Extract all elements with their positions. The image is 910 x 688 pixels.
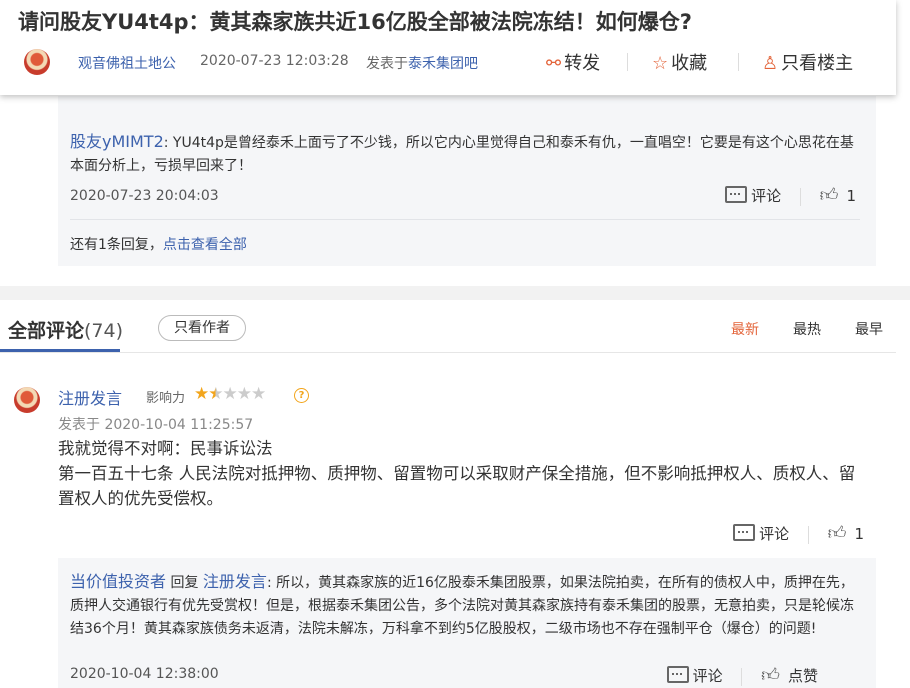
comment-reply-button[interactable]: 评论 — [733, 524, 790, 543]
comment-icon — [666, 666, 689, 683]
star-icon: ☆ — [652, 53, 669, 74]
only-author-button[interactable]: 只看作者 — [158, 315, 246, 341]
sub-reply-box: 当价值投资者 回复 注册发言: 所以，黄其森家族的近16亿股泰禾集团股票，如果法… — [58, 558, 876, 688]
section-separator — [0, 286, 910, 300]
star-empty-icon: ★ — [251, 384, 266, 404]
comment-label: 评论 — [751, 187, 782, 205]
sub-reply-comment-button[interactable]: 评论 — [666, 666, 723, 685]
like-count: 1 — [846, 187, 856, 205]
star-half-icon: ★ — [208, 384, 223, 404]
share-button[interactable]: ⚯ 转发 — [546, 49, 600, 75]
posted-prefix: 发表于 — [366, 56, 408, 72]
view-all-link[interactable]: 点击查看全部 — [163, 237, 247, 253]
active-tab-indicator — [0, 349, 120, 352]
sort-hottest[interactable]: 最热 — [793, 319, 821, 339]
avatar[interactable] — [14, 387, 40, 413]
comment-line: 第一百五十七条 人民法院对抵押物、质押物、留置物可以采取财产保全措施，但不影响抵… — [58, 464, 856, 508]
reply-time: 2020-07-23 20:04:03 — [70, 188, 219, 204]
tab-all-comments[interactable]: 全部评论(74) — [8, 316, 123, 343]
comment-count: (74) — [84, 320, 124, 342]
reply-actions: 评论 👍︎ 1 — [725, 184, 856, 206]
comments-tab-bar: 全部评论(74) 只看作者 最新 最热 最早 — [0, 300, 896, 353]
reply-comment-button[interactable]: 评论 — [725, 186, 782, 205]
comment-body: 我就觉得不对啊：民事诉讼法 第一百五十七条 人民法院对抵押物、质押物、留置物可以… — [58, 436, 858, 511]
reply-author-link[interactable]: 股友yMIMT2 — [70, 132, 164, 151]
star-empty-icon: ★ — [222, 384, 238, 404]
more-replies: 还有1条回复，点击查看全部 — [70, 234, 247, 254]
comment-icon — [733, 524, 756, 541]
share-label: 转发 — [564, 53, 601, 74]
reply-like-button[interactable]: 👍︎ 1 — [819, 185, 856, 206]
divider — [738, 53, 739, 71]
sub-reply-like-button[interactable]: 👍︎ 点赞 — [761, 665, 818, 686]
like-count: 1 — [854, 525, 864, 543]
reply-content: : YU4t4p是曾经泰禾上面亏了不少钱，所以它内心里觉得自己和泰禾有仇，一直唱… — [70, 135, 854, 174]
comment-like-button[interactable]: 👍︎ 1 — [827, 523, 864, 544]
reply-text: 股友yMIMT2: YU4t4p是曾经泰禾上面亏了不少钱，所以它内心里觉得自己和… — [70, 130, 860, 178]
reply-word: 回复 — [170, 575, 199, 591]
favorite-label: 收藏 — [671, 53, 708, 74]
comment-label: 评论 — [692, 667, 723, 685]
influence-label: 影响力 — [146, 391, 186, 406]
influence-rating: ★★★★★ — [194, 384, 266, 404]
user-icon: ♙ — [762, 53, 779, 74]
sort-oldest[interactable]: 最早 — [855, 319, 883, 339]
star-empty-icon: ★ — [236, 384, 252, 404]
favorite-button[interactable]: ☆ 收藏 — [652, 49, 707, 75]
divider — [627, 53, 628, 71]
help-icon[interactable]: ? — [294, 388, 309, 403]
owner-only-label: 只看楼主 — [781, 53, 854, 74]
reply-target-link[interactable]: 注册发言 — [203, 572, 267, 591]
thumbs-up-icon: 👍︎ — [827, 523, 847, 544]
thumbs-up-icon: 👍︎ — [761, 665, 780, 686]
divider — [70, 219, 860, 220]
posted-in: 发表于泰禾集团吧 — [366, 53, 478, 73]
thumbs-up-icon: 👍︎ — [819, 185, 839, 206]
comment-line: 我就觉得不对啊：民事诉讼法 — [58, 439, 273, 458]
comment-time: 发表于 2020-10-04 11:25:57 — [58, 417, 254, 433]
post-header: 请问股友YU4t4p：黄其森家族共近16亿股全部被法院冻结！如何爆仓? 观音佛祖… — [0, 0, 896, 95]
sub-reply-actions: 评论 👍︎ 点赞 — [666, 664, 818, 686]
comment-label: 评论 — [759, 525, 790, 543]
sub-reply-author-link[interactable]: 当价值投资者 — [70, 572, 166, 591]
sort-newest[interactable]: 最新 — [731, 319, 759, 339]
post-time: 2020-07-23 12:03:28 — [200, 53, 349, 69]
star-icon: ★ — [194, 384, 209, 404]
post-meta: 观音佛祖土地公 2020-07-23 12:03:28 发表于泰禾集团吧 ⚯ 转发… — [0, 45, 896, 77]
avatar[interactable] — [24, 49, 50, 75]
comment-author-link[interactable]: 注册发言 — [58, 385, 122, 409]
divider — [741, 667, 743, 686]
forum-link[interactable]: 泰禾集团吧 — [408, 56, 478, 72]
divider — [807, 525, 809, 544]
post-author-link[interactable]: 观音佛祖土地公 — [78, 53, 176, 73]
like-label: 点赞 — [787, 667, 818, 685]
more-replies-text: 还有1条回复， — [70, 237, 163, 253]
reply-box: 股友yMIMT2: YU4t4p是曾经泰禾上面亏了不少钱，所以它内心里觉得自己和… — [58, 96, 876, 266]
sub-reply-text: 当价值投资者 回复 注册发言: 所以，黄其森家族的近16亿股泰禾集团股票，如果法… — [70, 570, 866, 641]
divider — [799, 187, 801, 206]
comment-icon — [725, 186, 748, 203]
post-title: 请问股友YU4t4p：黄其森家族共近16亿股全部被法院冻结！如何爆仓? — [18, 10, 692, 34]
share-icon: ⚯ — [546, 53, 562, 74]
comment-actions: 评论 👍︎ 1 — [733, 522, 864, 544]
owner-only-button[interactable]: ♙ 只看楼主 — [762, 49, 853, 75]
tab-all-label: 全部评论 — [8, 320, 85, 342]
